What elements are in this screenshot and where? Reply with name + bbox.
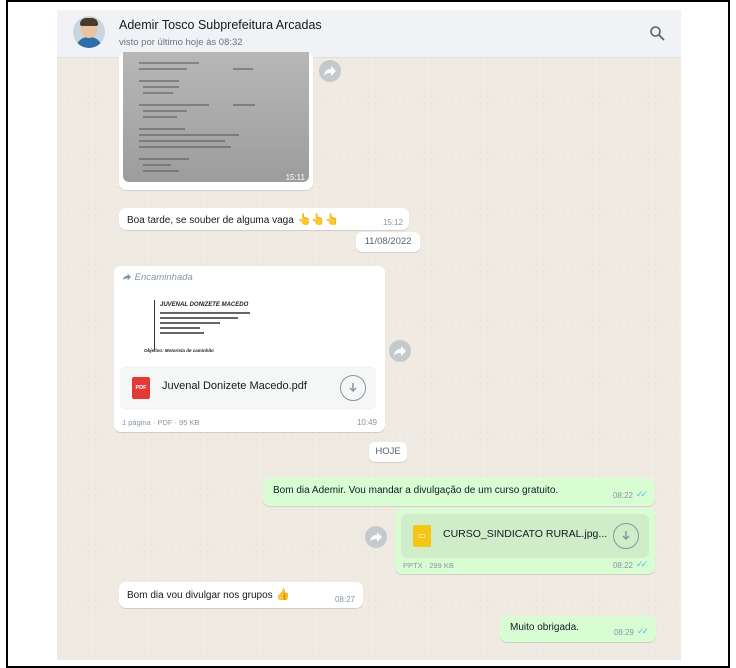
contact-name[interactable]: Ademir Tosco Subprefeitura Arcadas [119,18,322,32]
contact-avatar[interactable] [73,16,105,48]
forward-icon [370,532,382,542]
document-photo[interactable] [123,52,309,182]
message-text: Bom dia vou divulgar nos grupos 👍 [127,588,290,601]
message-time: 08:29 [613,628,634,637]
preview-line [160,332,204,334]
file-attachment-row[interactable]: PDF Juvenal Donizete Macedo.pdf [120,366,376,410]
whatsapp-chat-window: Ademir Tosco Subprefeitura Arcadas visto… [57,10,681,660]
file-name[interactable]: Juvenal Donizete Macedo.pdf [162,380,307,392]
file-name[interactable]: CURSO_SINDICATO RURAL.jpg... [443,528,607,540]
message-text-content: Boa tarde, se souber de alguma vaga [127,215,294,226]
message-list[interactable]: 15:11 Boa tarde, se souber de alguma vag… [57,52,681,660]
message-time: 15:11 [285,173,305,182]
forwarded-arrow-icon [123,273,131,281]
date-divider: 11/08/2022 [356,232,420,252]
avatar-hair [80,18,98,26]
forward-button[interactable] [365,526,387,548]
forward-icon [324,66,336,76]
message-bubble[interactable]: Boa tarde, se souber de alguma vaga 👆👆👆 … [119,208,409,230]
forwarded-label: Encaminhada [122,272,193,283]
pptx-file-icon: ▭ [413,525,431,547]
image-message[interactable]: 15:11 [119,52,313,190]
forward-button[interactable] [389,340,411,362]
today-divider: HOJE [369,442,407,462]
preview-objective: Objetivo: Motorista de caminhão [144,348,214,353]
forward-icon [394,346,406,356]
document-message[interactable]: ▭ CURSO_SINDICATO RURAL.jpg... PPTX · 29… [395,508,655,574]
read-ticks-icon: ✓✓ [635,489,648,499]
message-text: Bom dia Ademir. Vou mandar a divulgação … [273,485,559,496]
message-time: 10:49 [356,418,377,427]
last-seen-status: visto por último hoje às 08:32 [119,37,243,48]
message-text: Boa tarde, se souber de alguma vaga 👆👆👆 [127,213,339,226]
pdf-file-icon: PDF [132,377,150,399]
download-icon [622,531,630,541]
document-message[interactable]: Encaminhada JUVENAL DONIZETE MACEDO Obje… [114,266,385,432]
file-type-label: PDF [135,385,147,391]
pointing-up-emoji: 👆👆👆 [297,214,339,226]
file-type-glyph: ▭ [418,531,426,540]
message-bubble[interactable]: Muito obrigada. 08:29 ✓✓ [500,616,656,642]
document-preview[interactable]: JUVENAL DONIZETE MACEDO Objetivo: Motori… [120,288,378,366]
thumbs-up-emoji: 👍 [276,589,291,601]
message-bubble[interactable]: Bom dia vou divulgar nos grupos 👍 08:27 [119,582,363,608]
forward-button[interactable] [319,60,341,82]
message-time: 08:22 [612,561,633,570]
file-attachment-row[interactable]: ▭ CURSO_SINDICATO RURAL.jpg... [401,514,649,558]
message-time: 08:22 [612,491,633,500]
avatar-body [76,37,102,48]
preview-divider [154,300,155,350]
read-ticks-icon: ✓✓ [636,626,649,636]
file-meta: 1 página · PDF · 95 KB [122,418,200,427]
forwarded-label-text: Encaminhada [134,272,193,283]
search-icon[interactable] [649,25,665,41]
download-button[interactable] [613,523,639,549]
chat-header[interactable]: Ademir Tosco Subprefeitura Arcadas visto… [57,10,681,58]
message-text: Muito obrigada. [510,622,579,633]
preview-line [160,312,250,314]
preview-line [160,327,200,329]
preview-line [160,317,238,319]
message-time: 15:12 [382,218,403,227]
message-text-content: Bom dia vou divulgar nos grupos [127,590,273,601]
preview-line [160,322,220,324]
file-meta: PPTX · 299 KB [403,561,454,570]
message-time: 08:27 [334,595,355,604]
message-bubble[interactable]: Bom dia Ademir. Vou mandar a divulgação … [263,478,655,506]
download-button[interactable] [340,375,366,401]
read-ticks-icon: ✓✓ [635,559,648,569]
download-icon [349,383,357,393]
preview-name: JUVENAL DONIZETE MACEDO [160,302,249,308]
